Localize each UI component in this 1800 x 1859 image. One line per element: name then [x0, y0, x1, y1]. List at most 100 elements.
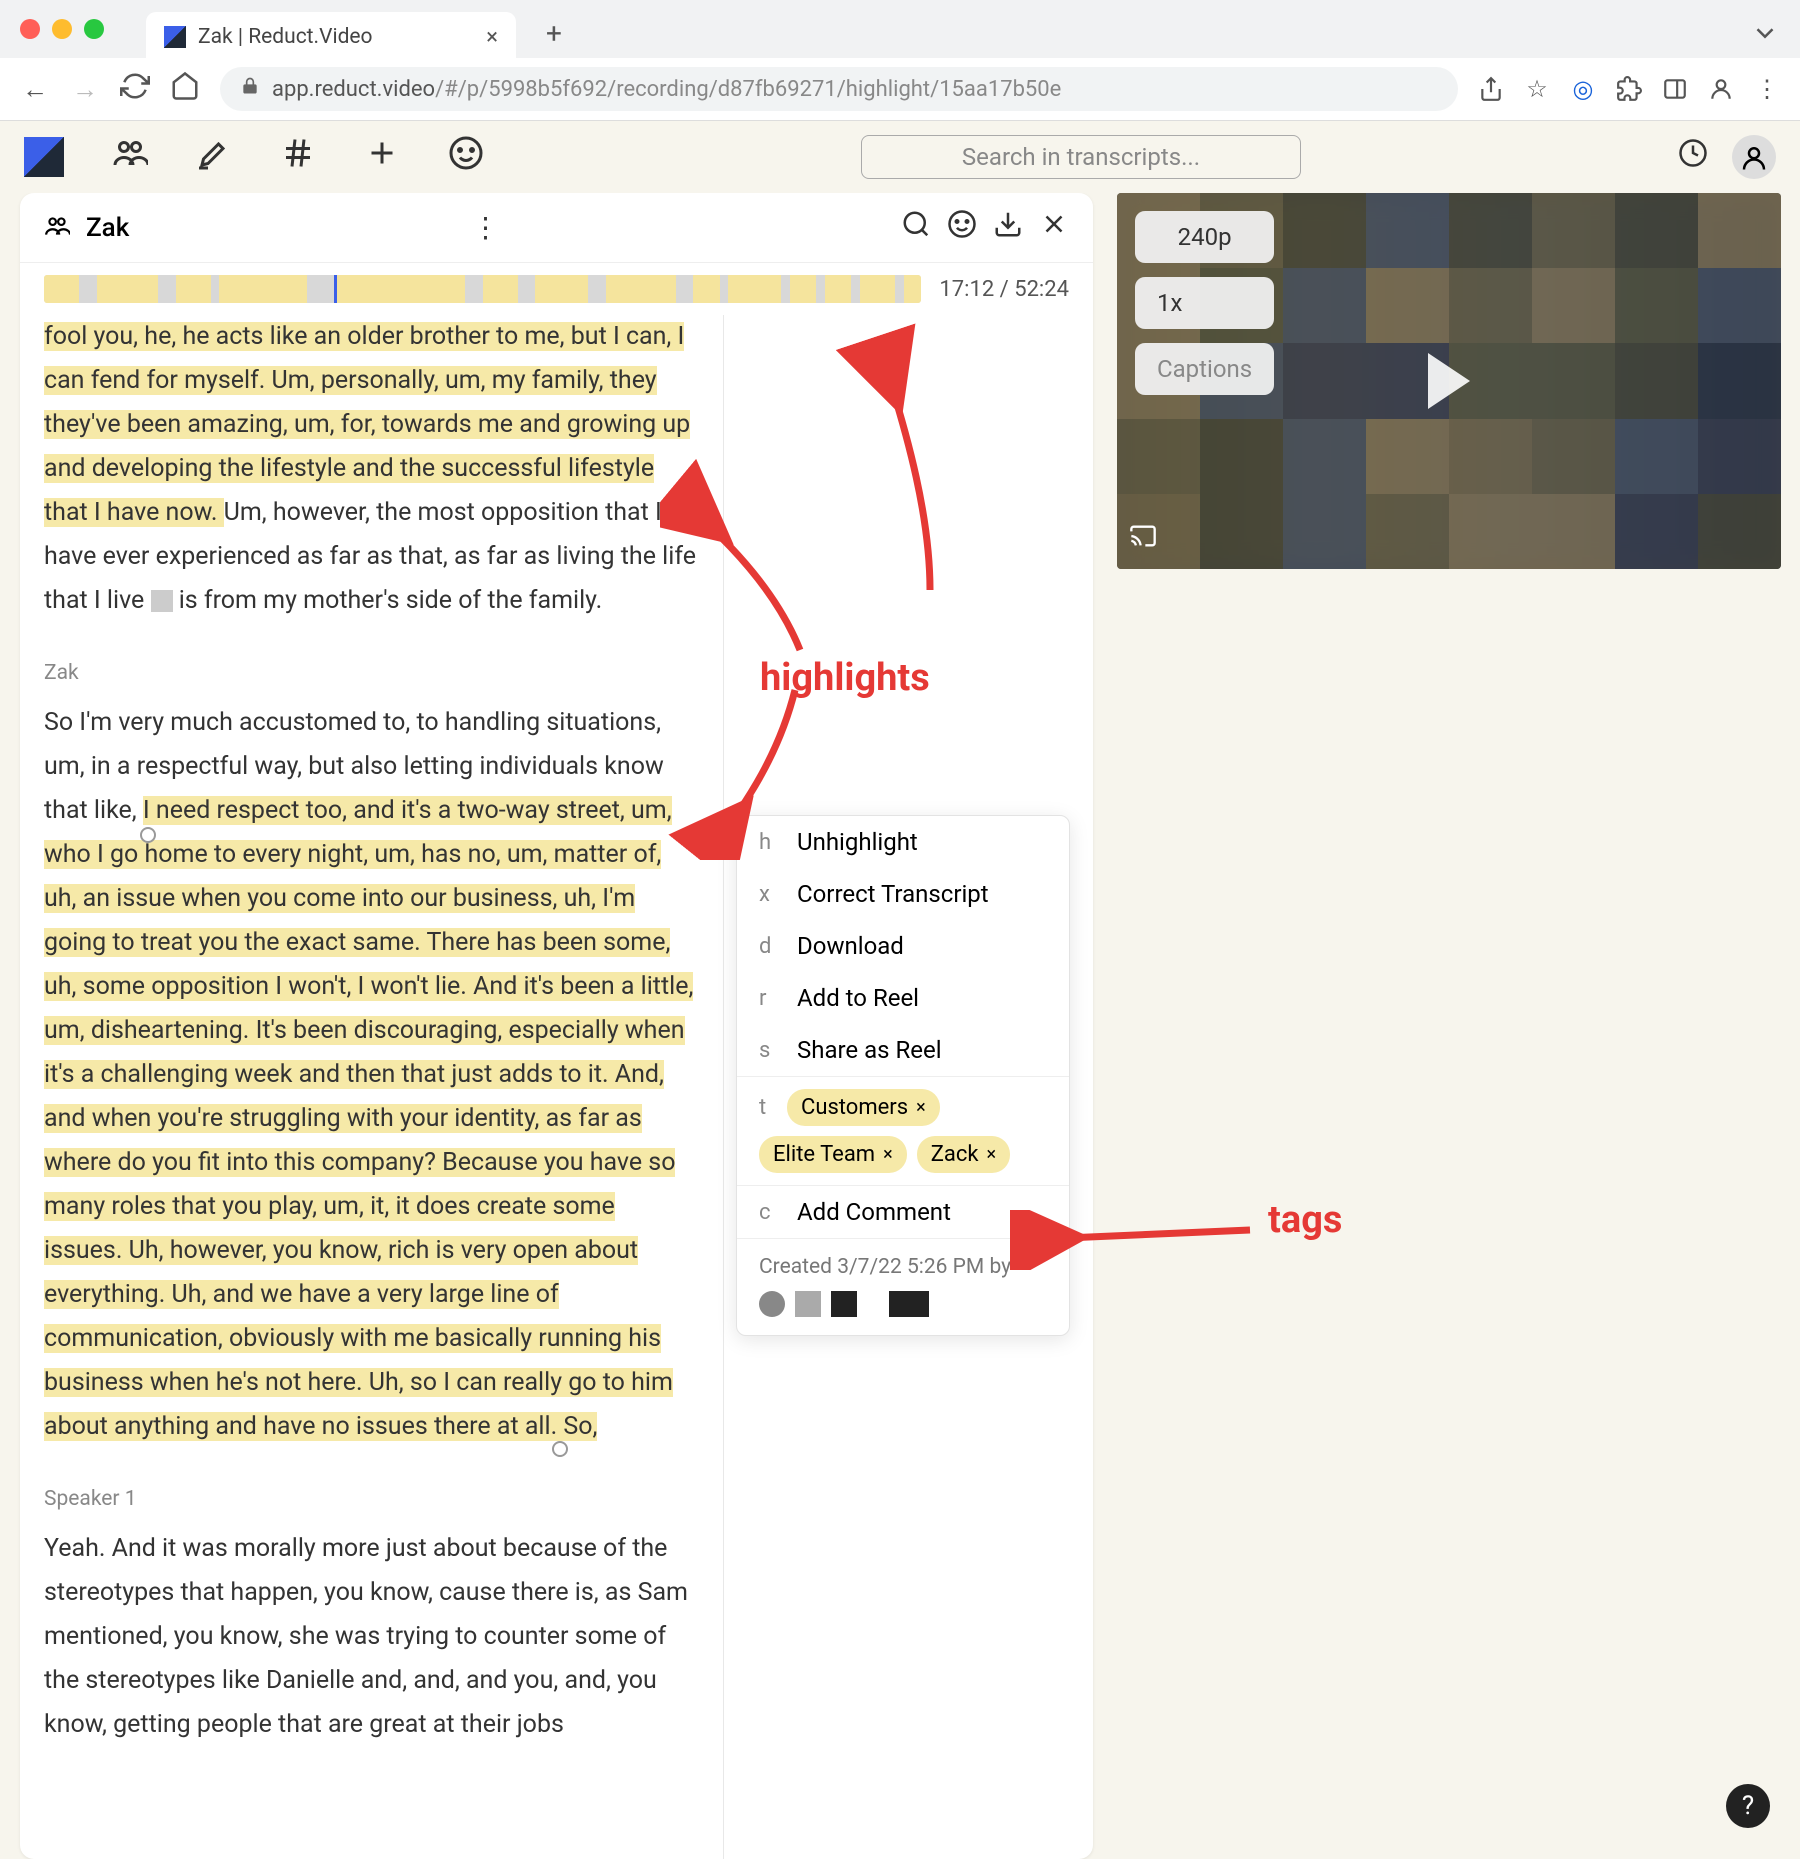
app-toolbar: Search in transcripts... — [0, 121, 1800, 193]
transcript-para: So I'm very much accustomed to, to handl… — [44, 701, 699, 1449]
ctx-label: Correct Transcript — [797, 880, 989, 908]
window-close[interactable] — [20, 19, 40, 39]
addr-actions: ☆ ◎ ⋮ — [1478, 76, 1780, 102]
ctx-label: Add to Reel — [797, 984, 919, 1012]
panel-kebab-icon[interactable]: ⋮ — [472, 211, 500, 244]
ctx-key: x — [759, 882, 777, 907]
people-icon[interactable] — [112, 135, 148, 179]
timeline-segment — [904, 275, 922, 303]
app-logo-icon[interactable] — [24, 137, 64, 177]
transcript-text[interactable]: fool you, he, he acts like an older brot… — [44, 315, 724, 1859]
panel-title: Zak — [86, 213, 456, 243]
highlighter-icon[interactable] — [196, 135, 232, 179]
extensions-icon[interactable] — [1616, 76, 1642, 102]
ctx-item-correct-transcript[interactable]: x Correct Transcript — [737, 868, 1069, 920]
video-player[interactable]: 240p 1x Captions — [1117, 193, 1781, 569]
context-menu: h Unhighlight x Correct Transcript d Download… — [736, 815, 1070, 1336]
tab-close-icon[interactable]: × — [486, 25, 498, 50]
redacted-name — [889, 1291, 929, 1317]
traffic-lights — [20, 19, 104, 39]
tag-chip[interactable]: Elite Team × — [759, 1136, 907, 1173]
ctx-key: c — [759, 1200, 777, 1225]
cast-icon[interactable] — [1129, 522, 1157, 557]
new-tab-button[interactable]: + — [546, 17, 562, 50]
share-icon[interactable] — [1478, 76, 1504, 102]
search-input[interactable]: Search in transcripts... — [861, 135, 1301, 179]
timeline-row: 17:12 / 52:24 — [20, 263, 1093, 315]
plus-icon[interactable] — [364, 135, 400, 179]
transcript-panel: Zak ⋮ 17:12 / 52:24 — [20, 193, 1093, 1859]
timeline-cursor[interactable] — [334, 275, 337, 303]
address-bar[interactable]: app.reduct.video/#/p/5998b5f692/recordin… — [220, 67, 1458, 111]
ctx-key: t — [759, 1095, 777, 1120]
redacted-name — [831, 1291, 857, 1317]
window-maximize[interactable] — [84, 19, 104, 39]
profile-icon[interactable] — [1708, 76, 1734, 102]
url-text: app.reduct.video/#/p/5998b5f692/recordin… — [272, 77, 1438, 102]
panel-close-icon[interactable] — [1039, 209, 1069, 246]
ctx-key: d — [759, 934, 777, 959]
ctx-item-share-as-reel[interactable]: sShare as Reel — [737, 1024, 1069, 1076]
timeline-segment — [97, 275, 158, 303]
favicon-icon — [164, 26, 186, 48]
tab-bar: Zak | Reduct.Video × + — [0, 0, 1800, 58]
browser-chrome: Zak | Reduct.Video × + ← → app.reduct.vi… — [0, 0, 1800, 121]
ctx-key: s — [759, 1038, 777, 1063]
timeline-segment — [219, 275, 307, 303]
transcript-para: fool you, he, he acts like an older brot… — [44, 315, 699, 623]
kebab-menu-icon[interactable]: ⋮ — [1754, 76, 1780, 102]
reload-button[interactable] — [120, 71, 150, 108]
ctx-label: Download — [797, 932, 904, 960]
tag-remove-icon[interactable]: × — [987, 1144, 997, 1165]
ctx-item-download[interactable]: d Download — [737, 920, 1069, 972]
emoji-icon[interactable] — [448, 135, 484, 179]
timeline[interactable] — [44, 275, 921, 303]
bookmark-star-icon[interactable]: ☆ — [1524, 76, 1550, 102]
ctx-key: h — [759, 830, 777, 855]
ctx-key: r — [759, 986, 777, 1011]
user-avatar[interactable] — [1732, 135, 1776, 179]
captions-toggle[interactable]: Captions — [1135, 343, 1274, 395]
tag-chip[interactable]: Customers × — [787, 1089, 940, 1126]
panel-search-icon[interactable] — [901, 209, 931, 246]
home-button[interactable] — [170, 71, 200, 108]
ctx-label: Unhighlight — [797, 828, 918, 856]
tag-remove-icon[interactable]: × — [916, 1097, 926, 1118]
sidepanel-icon[interactable] — [1662, 76, 1688, 102]
timeline-segment — [606, 275, 676, 303]
ctx-item-add-to-reel[interactable]: r Add to Reel — [737, 972, 1069, 1024]
transcript-para: Yeah. And it was morally more just about… — [44, 1527, 699, 1747]
clock-icon[interactable] — [1678, 138, 1708, 176]
forward-button[interactable]: → — [70, 74, 100, 105]
quality-selector[interactable]: 240p — [1135, 211, 1274, 263]
browser-tab[interactable]: Zak | Reduct.Video × — [146, 12, 516, 62]
tags-row: t Customers × Elite Team × Zack × — [737, 1077, 1069, 1185]
tag-remove-icon[interactable]: × — [883, 1144, 893, 1165]
timeline-segment — [44, 275, 79, 303]
ctx-footer: Created 3/7/22 5:26 PM by — [737, 1239, 1069, 1335]
timeline-segment — [860, 275, 895, 303]
play-button-icon[interactable] — [1428, 353, 1470, 409]
time-label: 17:12 / 52:24 — [939, 277, 1069, 302]
redacted-word — [151, 590, 173, 612]
help-button[interactable]: ? — [1726, 1784, 1770, 1828]
panel-download-icon[interactable] — [993, 209, 1023, 246]
ctx-item-unhighlight[interactable]: h Unhighlight — [737, 816, 1069, 868]
chrome-dropdown-icon[interactable] — [1750, 18, 1780, 48]
transcript-body: fool you, he, he acts like an older brot… — [20, 315, 1093, 1859]
ctx-item-add-comment[interactable]: c Add Comment — [737, 1186, 1069, 1238]
speed-selector[interactable]: 1x — [1135, 277, 1274, 329]
extension-1password-icon[interactable]: ◎ — [1570, 76, 1596, 102]
hash-icon[interactable] — [280, 135, 316, 179]
tab-title: Zak | Reduct.Video — [198, 25, 474, 49]
address-bar-row: ← → app.reduct.video/#/p/5998b5f692/reco… — [0, 58, 1800, 120]
ctx-label: Add Comment — [797, 1198, 951, 1226]
timeline-segment — [728, 275, 781, 303]
timeline-segment — [334, 275, 466, 303]
window-minimize[interactable] — [52, 19, 72, 39]
selection-handle-start[interactable] — [140, 827, 156, 843]
back-button[interactable]: ← — [20, 74, 50, 105]
selection-handle-end[interactable] — [552, 1441, 568, 1457]
panel-emoji-icon[interactable] — [947, 209, 977, 246]
tag-chip[interactable]: Zack × — [917, 1136, 1010, 1173]
